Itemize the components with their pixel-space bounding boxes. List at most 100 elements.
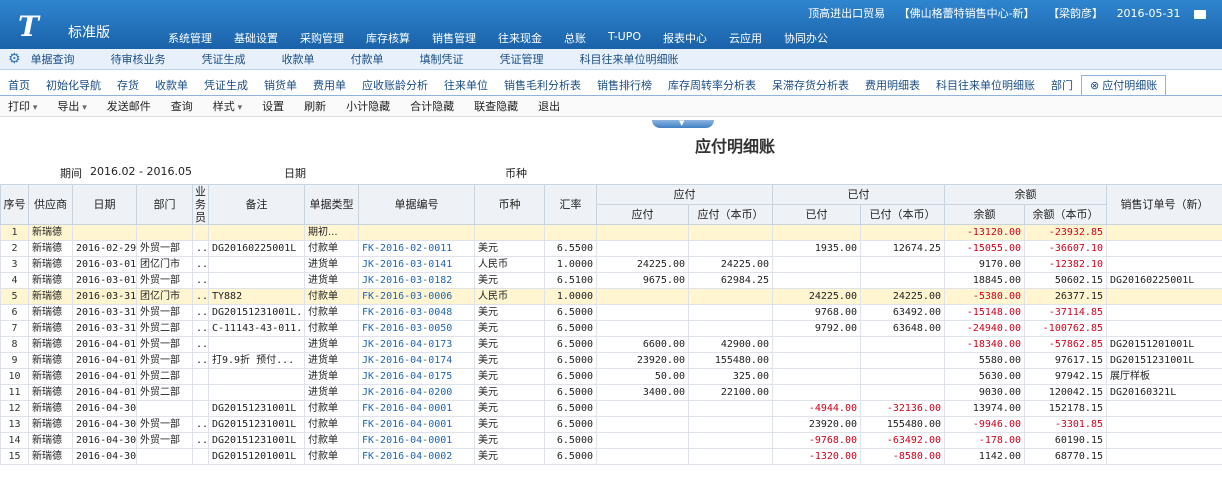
tab-sales[interactable]: 销货单 (256, 76, 305, 95)
close-icon[interactable]: ⊗ (1090, 79, 1102, 92)
table-row[interactable]: 8新瑞德2016-04-01外贸一部... 进货单JK-2016-04-0173美… (0, 336, 1222, 353)
table-row[interactable]: 10 新瑞德 2016-04-01 外贸二部 进货单 JK-2016-04-0175 美元 6… (0, 368, 1222, 385)
col-balance-base[interactable]: 余额（本币） (1024, 204, 1107, 225)
quick-voucher-gen[interactable]: 凭证生成 (202, 51, 246, 67)
cell-btype: 期初... (304, 224, 359, 241)
quick-receipt[interactable]: 收款单 (282, 51, 315, 67)
col-payable-base[interactable]: 应付（本币） (688, 204, 773, 225)
cell-idx: 13 (0, 416, 29, 433)
cell-paidb: 155480.00 (860, 416, 945, 433)
cell-payb (688, 448, 773, 465)
col-rate[interactable]: 汇率 (544, 184, 597, 225)
tab-stagnant[interactable]: 呆滞存货分析表 (764, 76, 857, 95)
table-row[interactable]: 2新瑞德2016-02-29外贸一部...DG20160225001L付款单FK… (0, 240, 1222, 257)
subtotal-toggle[interactable]: 小计隐藏 (346, 98, 390, 114)
table-row[interactable]: 6新瑞德2016-03-31外贸一部...DG20151231001L...付款… (0, 304, 1222, 321)
col-date[interactable]: 日期 (72, 184, 137, 225)
refresh-button[interactable]: 刷新 (304, 98, 326, 114)
table-row[interactable]: 14新瑞德2016-04-30外贸一部...DG20151231001L付款单F… (0, 432, 1222, 449)
col-dept[interactable]: 部门 (136, 184, 193, 225)
cell-bno: FK-2016-03-0048 (358, 304, 475, 321)
print-button[interactable]: 打印 (8, 98, 37, 114)
exit-button[interactable]: 退出 (538, 98, 560, 114)
nav-ledger[interactable]: 总账 (564, 30, 586, 46)
tab-receipt[interactable]: 收款单 (147, 76, 196, 95)
col-currency[interactable]: 币种 (474, 184, 545, 225)
cell-payb (688, 304, 773, 321)
tab-aging[interactable]: 应收账龄分析 (354, 76, 436, 95)
tab-voucher[interactable]: 凭证生成 (196, 76, 256, 95)
table-row[interactable]: 11 新瑞德 2016-04-01 外贸二部 进货单 JK-2016-04-0200 美元 6… (0, 384, 1222, 401)
quick-voucher-mgmt[interactable]: 凭证管理 (500, 51, 544, 67)
col-paid[interactable]: 已付 (772, 204, 861, 225)
col-payable[interactable]: 应付 (596, 204, 689, 225)
col-order[interactable]: 销售订单号（新） (1106, 184, 1222, 225)
cell-idx: 9 (0, 352, 29, 369)
nav-cloud[interactable]: 云应用 (729, 30, 762, 46)
col-idx[interactable]: 序号 (0, 184, 29, 225)
email-button[interactable]: 发送邮件 (107, 98, 151, 114)
mail-icon[interactable] (1194, 9, 1206, 19)
col-bill-type[interactable]: 单据类型 (304, 184, 359, 225)
col-note[interactable]: 备注 (208, 184, 305, 225)
style-button[interactable]: 样式 (213, 98, 242, 114)
col-balance[interactable]: 余额 (944, 204, 1025, 225)
cell-cur: 人民币 (474, 288, 545, 305)
tab-stock[interactable]: 存货 (109, 76, 147, 95)
tab-gross[interactable]: 销售毛利分析表 (496, 76, 589, 95)
col-bill-no[interactable]: 单据编号 (358, 184, 475, 225)
tab-turnover[interactable]: 库存周转率分析表 (660, 76, 764, 95)
nav-inventory[interactable]: 库存核算 (366, 30, 410, 46)
link-toggle[interactable]: 联查隐藏 (474, 98, 518, 114)
nav-purchase[interactable]: 采购管理 (300, 30, 344, 46)
table-row[interactable]: 13新瑞德2016-04-30外贸一部...DG20151231001L付款单F… (0, 416, 1222, 433)
col-clerk[interactable]: 业务员 (192, 184, 209, 225)
cell-dept: 团亿门市 (136, 288, 193, 305)
tab-partner[interactable]: 往来单位 (436, 76, 496, 95)
tab-home[interactable]: 首页 (0, 76, 38, 95)
nav-report[interactable]: 报表中心 (663, 30, 707, 46)
total-toggle[interactable]: 合计隐藏 (410, 98, 454, 114)
query-button[interactable]: 查询 (171, 98, 193, 114)
cell-paid: 9768.00 (772, 304, 861, 321)
cell-dept: 外贸一部 (136, 304, 193, 321)
table-row[interactable]: 7新瑞德2016-03-31外贸二部...C-11143-43-011...付款… (0, 320, 1222, 337)
session-info: 顶高进出口贸易 【佛山格蕾特销售中心-新】 【梁韵彦】 2016-05-31 (798, 5, 1206, 21)
quick-ledger[interactable]: 科目往来单位明细账 (580, 51, 679, 67)
export-button[interactable]: 导出 (57, 98, 86, 114)
nav-system[interactable]: 系统管理 (168, 30, 212, 46)
nav-cash[interactable]: 往来现金 (498, 30, 542, 46)
tab-dept[interactable]: 部门 (1043, 76, 1081, 95)
quick-bill-query[interactable]: 单据查询 (31, 51, 75, 67)
quick-voucher-fill[interactable]: 填制凭证 (420, 51, 464, 67)
table-row[interactable]: 4新瑞德2016-03-01外贸一部... 进货单JK-2016-03-0182美… (0, 272, 1222, 289)
tab-payable-detail[interactable]: ⊗ 应付明细账 (1081, 75, 1167, 95)
table-row[interactable]: 5新瑞德2016-03-31团亿门市...TY882付款单FK-2016-03-… (0, 288, 1222, 305)
cell-rate: 6.5100 (544, 272, 597, 289)
quick-pending[interactable]: 待审核业务 (111, 51, 166, 67)
table-row[interactable]: 15 新瑞德 2016-04-30 DG20151201001L 付款单 FK-2016-… (0, 448, 1222, 465)
table-row[interactable]: 9新瑞德2016-04-01外贸一部...打9.9折 预付...进货单JK-20… (0, 352, 1222, 369)
tab-subject-ledger[interactable]: 科目往来单位明细账 (928, 76, 1043, 95)
cell-cur: 美元 (474, 432, 545, 449)
nav-basic[interactable]: 基础设置 (234, 30, 278, 46)
table-row[interactable]: 12 新瑞德 2016-04-30 DG20151231001L 付款单 FK-2016-… (0, 400, 1222, 417)
tab-expense-detail[interactable]: 费用明细表 (857, 76, 928, 95)
table-row[interactable]: 1 新瑞德 期初... -13120.00 -23932.85 (0, 224, 1222, 241)
collapse-handle[interactable] (652, 119, 714, 128)
tab-init[interactable]: 初始化导航 (38, 76, 109, 95)
user-name: 【梁韵彦】 (1048, 7, 1104, 20)
tab-expense[interactable]: 费用单 (305, 76, 354, 95)
quick-payment[interactable]: 付款单 (351, 51, 384, 67)
col-paid-base[interactable]: 已付（本币） (860, 204, 945, 225)
settings-button[interactable]: 设置 (262, 98, 284, 114)
gear-icon[interactable]: ⚙ (8, 51, 21, 67)
cell-idx: 6 (0, 304, 29, 321)
tab-ranking[interactable]: 销售排行榜 (589, 76, 660, 95)
nav-tupo[interactable]: T-UPO (608, 30, 641, 46)
col-supplier[interactable]: 供应商 (28, 184, 73, 225)
cell-rate: 1.0000 (544, 288, 597, 305)
table-row[interactable]: 3新瑞德2016-03-01团亿门市... 进货单JK-2016-03-0141人… (0, 256, 1222, 273)
nav-collab[interactable]: 协同办公 (784, 30, 828, 46)
nav-sales[interactable]: 销售管理 (432, 30, 476, 46)
